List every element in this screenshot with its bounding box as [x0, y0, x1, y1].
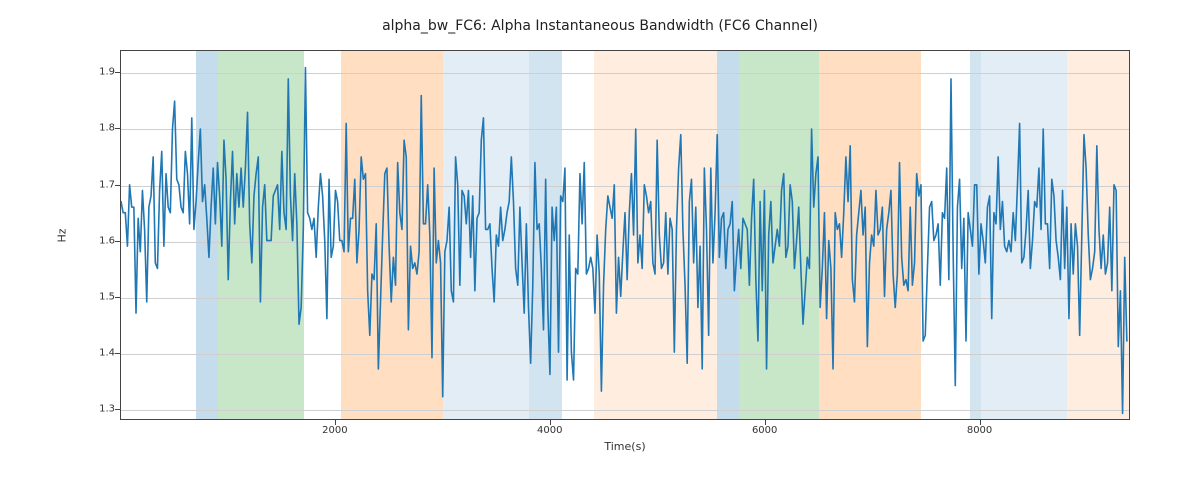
- tick-mark: [115, 297, 120, 298]
- tick-mark: [550, 420, 551, 425]
- tick-mark: [115, 409, 120, 410]
- tick-mark: [765, 420, 766, 425]
- x-tick-label: 4000: [520, 425, 580, 436]
- series-line: [121, 68, 1127, 414]
- y-tick-label: 1.3: [75, 403, 115, 414]
- tick-mark: [115, 241, 120, 242]
- y-tick-label: 1.7: [75, 179, 115, 190]
- tick-mark: [115, 72, 120, 73]
- tick-mark: [115, 185, 120, 186]
- y-tick-label: 1.5: [75, 291, 115, 302]
- tick-mark: [115, 128, 120, 129]
- figure: alpha_bw_FC6: Alpha Instantaneous Bandwi…: [0, 0, 1200, 500]
- tick-mark: [115, 353, 120, 354]
- x-axis-label: Time(s): [120, 440, 1130, 453]
- plot-area: [120, 50, 1130, 420]
- x-tick-label: 6000: [735, 425, 795, 436]
- line-series: [121, 51, 1129, 419]
- chart-title: alpha_bw_FC6: Alpha Instantaneous Bandwi…: [0, 18, 1200, 34]
- x-tick-label: 8000: [950, 425, 1010, 436]
- x-tick-label: 2000: [305, 425, 365, 436]
- tick-mark: [980, 420, 981, 425]
- y-tick-label: 1.6: [75, 235, 115, 246]
- y-tick-label: 1.8: [75, 123, 115, 134]
- tick-mark: [335, 420, 336, 425]
- y-axis-label: Hz: [52, 50, 72, 420]
- y-tick-label: 1.4: [75, 347, 115, 358]
- y-tick-label: 1.9: [75, 67, 115, 78]
